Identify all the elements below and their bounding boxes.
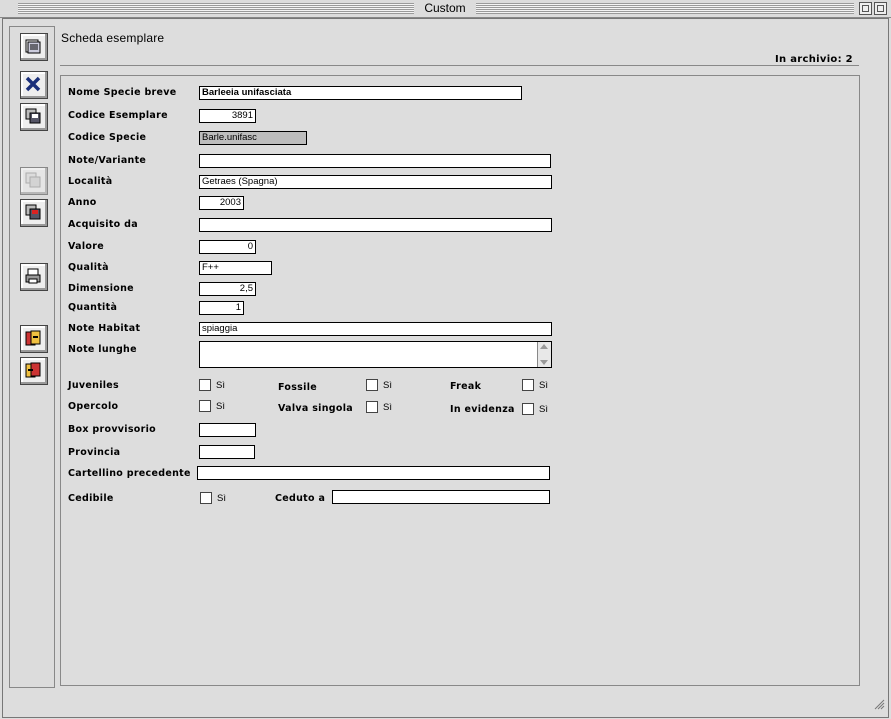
label-quantita: Quantità <box>68 302 118 313</box>
form-view-button[interactable] <box>20 33 48 61</box>
title-bar-stripes-right <box>476 3 854 14</box>
export-button[interactable] <box>20 357 48 385</box>
in-evidenza-option-label: Sì <box>539 404 548 415</box>
import-icon <box>25 330 41 346</box>
disabled-copy-icon <box>25 172 41 188</box>
disabled-copy-button[interactable] <box>20 167 48 195</box>
window-title: Custom <box>416 0 474 17</box>
opercolo-option-label: Sì <box>216 401 225 412</box>
codice-specie-field: Barle.unifasc <box>199 131 307 145</box>
nome-specie-breve-field[interactable]: Barleeia unifasciata <box>199 86 522 100</box>
print-icon <box>25 268 41 284</box>
import-button[interactable] <box>20 325 48 353</box>
label-nome-specie-breve: Nome Specie breve <box>68 87 177 98</box>
juveniles-option-label: Sì <box>216 380 225 391</box>
freak-checkbox[interactable] <box>522 379 534 391</box>
valva-singola-checkbox[interactable] <box>366 401 378 413</box>
label-valore: Valore <box>68 241 104 252</box>
dimensione-field[interactable]: 2,5 <box>199 282 256 296</box>
acquisito-da-field[interactable] <box>199 218 552 232</box>
freak-option-label: Sì <box>539 380 548 391</box>
save-record-button[interactable] <box>20 103 48 131</box>
label-cartellino-precedente: Cartellino precedente <box>68 468 191 479</box>
label-localita: Località <box>68 176 113 187</box>
note-variante-field[interactable] <box>199 154 551 168</box>
collapse-box[interactable] <box>874 2 887 15</box>
archive-count: In archivio: 2 <box>775 54 853 65</box>
cedibile-checkbox[interactable] <box>200 492 212 504</box>
scroll-up-arrow-icon[interactable] <box>540 344 548 349</box>
label-ceduto-a: Ceduto a <box>275 493 326 504</box>
cedibile-option-label: Sì <box>217 493 226 504</box>
quantita-field[interactable]: 1 <box>199 301 244 315</box>
save-copy-button[interactable] <box>20 199 48 227</box>
juveniles-checkbox[interactable] <box>199 379 211 391</box>
save-record-icon <box>25 108 41 124</box>
window-title-bar[interactable]: Custom <box>0 0 891 18</box>
form-view-icon <box>25 39 41 54</box>
zoom-box[interactable] <box>859 2 872 15</box>
note-lunghe-scrollbar[interactable] <box>537 342 551 367</box>
label-in-evidenza: In evidenza <box>450 404 515 415</box>
toolbar <box>9 26 55 688</box>
opercolo-checkbox[interactable] <box>199 400 211 412</box>
in-evidenza-checkbox[interactable] <box>522 403 534 415</box>
note-lunghe-textarea[interactable] <box>199 341 552 368</box>
note-habitat-field[interactable]: spiaggia <box>199 322 552 336</box>
label-note-lunghe: Note lunghe <box>68 344 137 355</box>
export-icon <box>25 362 41 378</box>
fossile-checkbox[interactable] <box>366 379 378 391</box>
label-qualita: Qualità <box>68 262 109 273</box>
box-provvisorio-field[interactable] <box>199 423 256 437</box>
label-acquisito-da: Acquisito da <box>68 219 138 230</box>
provincia-field[interactable] <box>199 445 255 459</box>
label-provincia: Provincia <box>68 447 121 458</box>
anno-field[interactable]: 2003 <box>199 196 244 210</box>
label-note-variante: Note/Variante <box>68 155 147 166</box>
sheet-title: Scheda esemplare <box>61 31 165 45</box>
label-valva-singola: Valva singola <box>278 403 353 414</box>
scroll-down-arrow-icon[interactable] <box>540 360 548 365</box>
delete-record-icon <box>25 76 41 92</box>
qualita-field[interactable]: F++ <box>199 261 272 275</box>
save-copy-icon <box>25 204 41 220</box>
header-divider <box>60 65 859 66</box>
label-note-habitat: Note Habitat <box>68 323 141 334</box>
label-codice-specie: Codice Specie <box>68 132 147 143</box>
delete-record-button[interactable] <box>20 71 48 99</box>
label-juveniles: Juveniles <box>68 380 120 391</box>
title-bar-stripes-left <box>18 3 414 14</box>
resize-grip-icon[interactable] <box>873 698 885 710</box>
ceduto-a-field[interactable] <box>332 490 550 504</box>
codice-esemplare-field[interactable]: 3891 <box>199 109 256 123</box>
print-button[interactable] <box>20 263 48 291</box>
valore-field[interactable]: 0 <box>199 240 256 254</box>
cartellino-precedente-field[interactable] <box>197 466 550 480</box>
label-fossile: Fossile <box>278 382 317 393</box>
label-anno: Anno <box>68 197 97 208</box>
fossile-option-label: Sì <box>383 380 392 391</box>
label-opercolo: Opercolo <box>68 401 119 412</box>
label-dimensione: Dimensione <box>68 283 134 294</box>
localita-field[interactable]: Getraes (Spagna) <box>199 175 552 189</box>
label-cedibile: Cedibile <box>68 493 114 504</box>
label-freak: Freak <box>450 381 482 392</box>
label-codice-esemplare: Codice Esemplare <box>68 110 168 121</box>
label-box-provvisorio: Box provvisorio <box>68 424 157 435</box>
valva-singola-option-label: Sì <box>383 402 392 413</box>
